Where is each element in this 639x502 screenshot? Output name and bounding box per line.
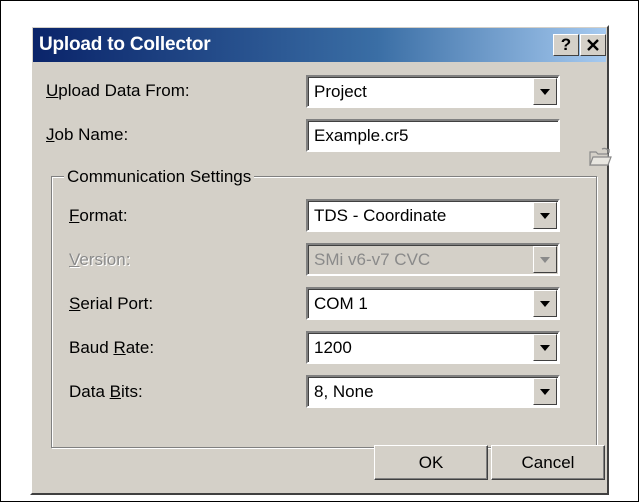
serial-port-select[interactable]: COM 1: [306, 287, 560, 320]
serial-port-label-text: erial Port:: [80, 294, 154, 313]
baud-rate-value: 1200: [314, 338, 352, 357]
upload-data-from-label-text: pload Data From:: [58, 81, 190, 100]
upload-data-from-value: Project: [314, 82, 367, 101]
format-hotkey: F: [69, 206, 80, 225]
dialog-title: Upload to Collector: [39, 34, 211, 55]
version-label-text: ersion:: [79, 250, 131, 269]
data-bits-select[interactable]: 8, None: [306, 375, 560, 408]
chevron-down-icon[interactable]: [533, 378, 557, 405]
version-select: SMi v6-v7 CVC: [306, 243, 560, 276]
chevron-down-icon[interactable]: [533, 78, 557, 105]
serial-port-value: COM 1: [314, 294, 368, 313]
version-value: SMi v6-v7 CVC: [314, 250, 431, 269]
chevron-down-icon[interactable]: [533, 202, 557, 229]
title-bar[interactable]: Upload to Collector ?: [33, 28, 606, 62]
close-icon: [587, 39, 599, 51]
format-label-text: ormat:: [79, 206, 128, 225]
close-button[interactable]: [580, 34, 606, 56]
upload-to-collector-dialog: Upload to Collector ? Upload Data From: …: [30, 25, 612, 495]
baud-rate-label-text: ate:: [125, 338, 155, 357]
folder-open-icon[interactable]: [588, 146, 612, 168]
cancel-button[interactable]: Cancel: [491, 445, 605, 480]
baud-rate-select[interactable]: 1200: [306, 331, 560, 364]
data-bits-value: 8, None: [314, 382, 374, 401]
upload-data-from-select[interactable]: Project: [306, 75, 560, 108]
chevron-down-icon[interactable]: [533, 290, 557, 317]
serial-port-label: Serial Port:: [69, 294, 153, 314]
data-bits-label: Data Bits:: [69, 382, 143, 402]
job-name-label-text: ob Name:: [54, 125, 129, 144]
baud-rate-label-prefix: Baud: [69, 338, 114, 357]
chevron-down-icon[interactable]: [533, 334, 557, 361]
job-name-value: Example.cr5: [314, 126, 409, 145]
baud-rate-hotkey: R: [113, 338, 126, 357]
chevron-down-icon: [533, 246, 557, 273]
job-name-field[interactable]: Example.cr5: [306, 119, 560, 152]
baud-rate-label: Baud Rate:: [69, 338, 154, 358]
format-label: Format:: [69, 206, 128, 226]
communication-settings-title: Communication Settings: [64, 167, 255, 187]
job-name-label: Job Name:: [46, 125, 128, 145]
version-label: Version:: [69, 250, 130, 270]
ok-button[interactable]: OK: [374, 445, 488, 480]
job-name-hotkey: J: [46, 125, 55, 144]
upload-data-from-label: Upload Data From:: [46, 81, 190, 101]
data-bits-hotkey: B: [109, 382, 121, 401]
data-bits-label-prefix: Data: [69, 382, 110, 401]
upload-data-from-hotkey: U: [46, 81, 59, 100]
format-select[interactable]: TDS - Coordinate: [306, 199, 560, 232]
data-bits-label-text: its:: [120, 382, 143, 401]
serial-port-hotkey: S: [69, 294, 81, 313]
help-button[interactable]: ?: [553, 34, 579, 56]
format-value: TDS - Coordinate: [314, 206, 447, 225]
version-hotkey: V: [69, 250, 80, 269]
